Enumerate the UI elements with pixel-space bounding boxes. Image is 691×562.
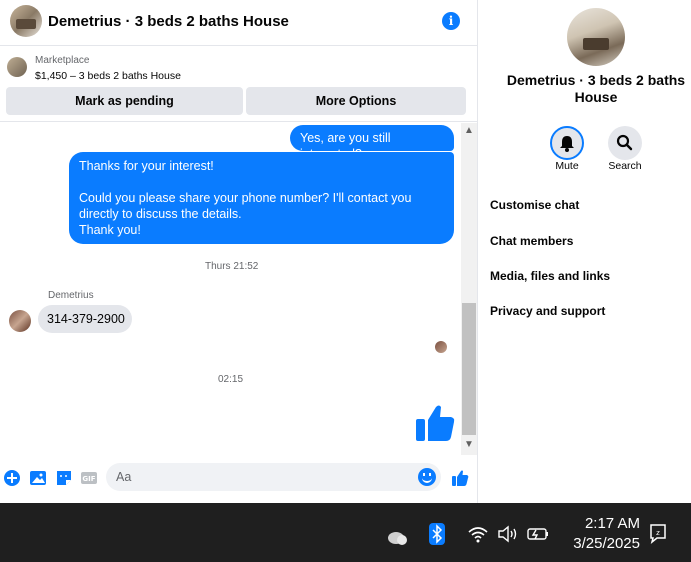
sticker-icon[interactable] bbox=[55, 469, 73, 487]
more-options-button[interactable]: More Options bbox=[246, 87, 466, 115]
search-button[interactable] bbox=[608, 126, 642, 160]
listing-summary[interactable]: $1,450 – 3 beds 2 baths House bbox=[35, 70, 181, 82]
clock-time[interactable]: 2:17 AM bbox=[570, 515, 640, 532]
menu-privacy-support[interactable]: Privacy and support bbox=[490, 304, 605, 318]
thumbs-up-icon bbox=[416, 405, 455, 441]
volume-icon[interactable] bbox=[497, 525, 519, 543]
marketplace-banner: Marketplace $1,450 – 3 beds 2 baths Hous… bbox=[0, 47, 477, 122]
chat-header: Demetrius · 3 beds 2 baths House i bbox=[0, 0, 477, 46]
timestamp: 02:15 bbox=[218, 374, 244, 385]
sender-name: Demetrius bbox=[48, 290, 94, 301]
photo-icon[interactable] bbox=[29, 469, 47, 487]
info-icon[interactable]: i bbox=[442, 12, 460, 30]
sender-avatar[interactable] bbox=[9, 310, 31, 332]
scroll-up-arrow-icon[interactable]: ▲ bbox=[464, 125, 474, 136]
marketplace-label: Marketplace bbox=[35, 55, 90, 66]
mute-label: Mute bbox=[555, 160, 579, 172]
send-like-icon[interactable] bbox=[451, 469, 469, 487]
listing-thumbnail[interactable] bbox=[7, 57, 27, 77]
weather-cloud-icon[interactable] bbox=[386, 527, 410, 547]
chat-details-panel: Demetrius · 3 beds 2 baths House Mute Se… bbox=[478, 0, 691, 503]
svg-text:z: z bbox=[656, 529, 660, 537]
battery-charging-icon[interactable] bbox=[526, 525, 550, 543]
wifi-icon[interactable] bbox=[467, 525, 489, 543]
clock-date[interactable]: 3/25/2025 bbox=[560, 535, 640, 552]
outgoing-message: Yes, are you still interested? bbox=[290, 125, 454, 161]
menu-customise-chat[interactable]: Customise chat bbox=[490, 198, 579, 212]
timestamp: Thurs 21:52 bbox=[205, 261, 259, 272]
composer-bar: GIF Aa bbox=[0, 457, 477, 503]
message-input[interactable]: Aa bbox=[106, 463, 441, 491]
listing-avatar-large[interactable] bbox=[567, 8, 625, 66]
windows-taskbar: 2:17 AM 3/25/2025 z bbox=[0, 503, 691, 562]
message-list: Yes, are you still interested? Thanks fo… bbox=[0, 123, 462, 455]
bell-icon bbox=[560, 136, 574, 152]
menu-chat-members[interactable]: Chat members bbox=[490, 234, 573, 248]
details-title: Demetrius · 3 beds 2 baths House bbox=[506, 72, 686, 105]
messenger-window: Demetrius · 3 beds 2 baths House i Marke… bbox=[0, 0, 691, 503]
mark-as-pending-button[interactable]: Mark as pending bbox=[6, 87, 243, 115]
bluetooth-icon[interactable] bbox=[429, 523, 445, 545]
scrollbar-thumb[interactable] bbox=[462, 303, 476, 435]
incoming-message: 314-379-2900 bbox=[38, 305, 132, 333]
scroll-down-arrow-icon[interactable]: ▼ bbox=[464, 439, 474, 450]
message-scrollbar[interactable]: ▲ ▼ bbox=[461, 123, 477, 455]
listing-avatar[interactable] bbox=[10, 5, 42, 37]
search-icon bbox=[616, 134, 633, 151]
mute-button[interactable] bbox=[550, 126, 584, 160]
chat-panel: Demetrius · 3 beds 2 baths House i Marke… bbox=[0, 0, 478, 503]
read-receipt-avatar bbox=[435, 341, 447, 353]
notifications-icon[interactable]: z bbox=[648, 523, 668, 545]
gif-icon[interactable]: GIF bbox=[80, 469, 98, 487]
menu-media-files-links[interactable]: Media, files and links bbox=[490, 269, 610, 283]
outgoing-message: Thanks for your interest! Could you plea… bbox=[69, 152, 454, 244]
plus-icon[interactable] bbox=[3, 469, 21, 487]
chat-title[interactable]: Demetrius · 3 beds 2 baths House bbox=[48, 13, 289, 30]
emoji-icon[interactable] bbox=[418, 468, 436, 486]
svg-text:GIF: GIF bbox=[82, 475, 95, 483]
search-label: Search bbox=[608, 160, 642, 172]
